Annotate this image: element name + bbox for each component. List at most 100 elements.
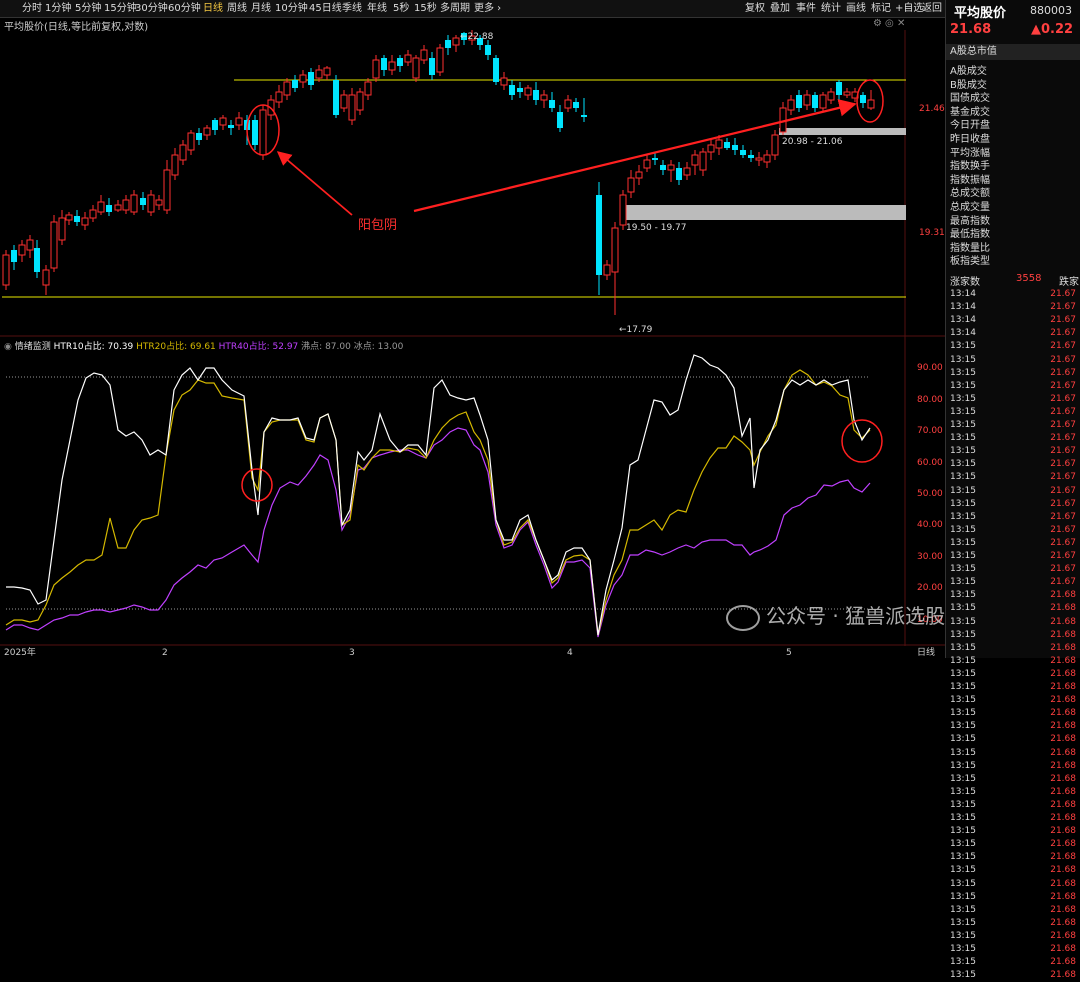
- candle-body: [235, 117, 243, 126]
- tick-row: 13:15 21.67: [946, 367, 1076, 380]
- market-cap-header[interactable]: A股总市值: [946, 44, 1080, 60]
- tick-row: 13:14 21.67: [946, 314, 1076, 327]
- tick-price: 21.68: [1050, 616, 1076, 627]
- candle-body: [2, 254, 10, 286]
- stat-item[interactable]: 板指类型: [950, 252, 990, 267]
- tick-time: 13:15: [950, 970, 976, 981]
- tick-price: 21.67: [1050, 433, 1076, 444]
- tick-time: 13:15: [950, 537, 976, 548]
- tick-row: 13:15 21.67: [946, 471, 1076, 484]
- tick-time: 13:15: [950, 682, 976, 692]
- tick-row: 13:15 21.68: [946, 943, 1076, 956]
- tick-price: 21.68: [1050, 747, 1076, 758]
- tick-price: 21.68: [1050, 852, 1076, 863]
- tick-time: 13:15: [950, 642, 976, 653]
- tick-time: 13:15: [950, 865, 976, 876]
- candle-body: [333, 80, 339, 115]
- tick-price: 21.67: [1050, 564, 1076, 575]
- tick-price: 21.68: [1050, 944, 1076, 954]
- candle-body: [340, 94, 348, 109]
- tick-time: 13:15: [950, 459, 976, 470]
- candle-body: [557, 112, 563, 128]
- candle-body: [843, 91, 851, 96]
- right-panel: 平均股价 880003 21.68 ▲0.22 A股总市值 A股成交 B股成交国…: [945, 0, 1080, 980]
- tick-price: 21.68: [1050, 865, 1076, 876]
- candle-body: [26, 239, 34, 251]
- tick-time: 13:15: [950, 904, 976, 915]
- tick-time: 13:15: [950, 708, 976, 719]
- candle-body: [381, 58, 387, 70]
- chart-title: 平均股价(日线,等比前复权,对数): [4, 22, 149, 33]
- candle-body: [611, 227, 619, 273]
- tick-row: 13:15 21.68: [946, 694, 1076, 707]
- candle-body: [106, 205, 112, 212]
- collapse-icon[interactable]: ◉: [4, 342, 12, 352]
- candlestick-series: [2, 30, 875, 315]
- candle-body: [763, 154, 771, 163]
- candle-body: [787, 99, 795, 111]
- candle-body: [436, 47, 444, 73]
- tick-price: 21.68: [1050, 760, 1076, 771]
- svg-text:5: 5: [786, 648, 792, 658]
- candle-body: [130, 194, 138, 213]
- tick-time: 13:15: [950, 760, 976, 771]
- htr20-line: [5, 369, 871, 636]
- candle-body: [259, 109, 267, 156]
- price-tick-lower: 19.31: [919, 228, 945, 238]
- ice-label: 冰点: 13.00: [353, 342, 404, 352]
- tick-row: 13:15 21.67: [946, 406, 1076, 419]
- tick-time: 13:15: [950, 786, 976, 797]
- tick-row: 13:15 21.68: [946, 969, 1076, 982]
- tick-row: 13:14 21.67: [946, 327, 1076, 340]
- tick-row: 13:15 21.67: [946, 419, 1076, 432]
- chart-area[interactable]: 21.46 19.31 ←22.88 ←17.79 20.98 - 21.06 …: [0, 0, 945, 658]
- settings-icon[interactable]: ◎: [885, 18, 894, 29]
- tick-price: 21.68: [1050, 786, 1076, 797]
- candle-body: [533, 90, 539, 100]
- arrow-to-left-circle: [276, 151, 353, 216]
- candle-body: [228, 125, 234, 128]
- tick-price: 21.67: [1050, 420, 1076, 430]
- tick-row: 13:15 21.67: [946, 354, 1076, 367]
- tick-price: 21.67: [1050, 406, 1076, 417]
- watermark: 公众号 · 猛兽派选股: [726, 600, 945, 631]
- tick-price: 21.68: [1050, 655, 1076, 666]
- tick-price: 21.67: [1050, 524, 1076, 535]
- candle-body: [596, 195, 602, 275]
- tick-time: 13:15: [950, 734, 976, 745]
- tick-time: 13:14: [950, 302, 976, 313]
- indicator-name: 情绪监测: [14, 342, 51, 352]
- tick-row: 13:15 21.68: [946, 930, 1076, 943]
- tick-price: 21.68: [1050, 695, 1076, 706]
- tick-time: 13:15: [950, 668, 976, 679]
- gap-box-upper: [779, 128, 906, 135]
- stock-code: 880003: [1030, 4, 1072, 17]
- tick-row: 13:15 21.67: [946, 432, 1076, 445]
- candle-body: [500, 77, 508, 86]
- tick-price: 21.68: [1050, 721, 1076, 732]
- tick-row: 13:15 21.67: [946, 563, 1076, 576]
- tick-time: 13:15: [950, 406, 976, 417]
- tick-time: 13:15: [950, 433, 976, 444]
- up-count-label: 涨家数: [950, 277, 980, 288]
- htr10-label: HTR10占比: 70.39: [53, 342, 134, 352]
- candle-body: [860, 95, 866, 103]
- candle-body: [683, 167, 691, 176]
- candle-body: [397, 58, 403, 66]
- candle-body: [315, 69, 323, 79]
- candle-body: [34, 248, 40, 272]
- tick-row: 13:15 21.68: [946, 878, 1076, 891]
- indicator-legend: ◉ 情绪监测 HTR10占比: 70.39 HTR20占比: 69.61 HTR…: [4, 339, 403, 352]
- gear-icon[interactable]: ⚙: [873, 18, 882, 29]
- gap-label-lower: 19.50 - 19.77: [626, 223, 687, 233]
- tick-time: 13:15: [950, 551, 976, 561]
- close-icon[interactable]: ✕: [897, 18, 905, 29]
- tick-row: 13:15 21.68: [946, 733, 1076, 746]
- tick-row: 13:15 21.67: [946, 445, 1076, 458]
- tick-price: 21.68: [1050, 734, 1076, 745]
- tick-time: 13:15: [950, 472, 976, 483]
- candle-body: [187, 132, 195, 151]
- candle-body: [122, 199, 130, 211]
- tick-row: 13:15 21.68: [946, 904, 1076, 917]
- candle-body: [740, 150, 746, 155]
